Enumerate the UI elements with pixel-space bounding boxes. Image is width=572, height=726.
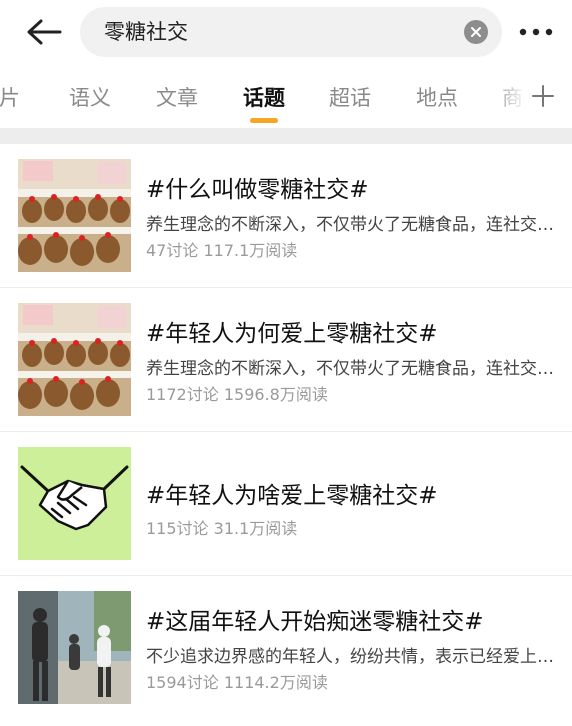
topic-thumbnail	[18, 447, 131, 560]
topic-stats: 47讨论 117.1万阅读	[146, 237, 297, 261]
topic-item[interactable]: #这届年轻人开始痴迷零糖社交# 不少追求边界感的年轻人，纷纷共情，表示已经爱上了…	[0, 576, 572, 720]
search-input[interactable]: 零糖社交	[80, 7, 502, 57]
topic-thumbnail	[18, 159, 131, 272]
plus-icon	[532, 85, 554, 107]
read-count: 1114.2万阅读	[223, 673, 328, 692]
tab-pictures[interactable]: 图片	[0, 66, 20, 126]
topic-item[interactable]: #年轻人为啥爱上零糖社交# 115讨论 31.1万阅读	[0, 432, 572, 576]
topic-title: #什么叫做零糖社交#	[146, 177, 369, 203]
discussion-count: 1594讨论	[146, 673, 219, 692]
handshake-icon	[18, 447, 131, 560]
read-count: 117.1万阅读	[203, 241, 298, 260]
topic-description: 不少追求边界感的年轻人，纷纷共情，表示已经爱上了零糖社交	[146, 647, 554, 667]
more-button[interactable]	[518, 18, 554, 46]
topic-description: 养生理念的不断深入，不仅带火了无糖食品，连社交也开始流行零糖了	[146, 215, 554, 235]
tab-topics[interactable]: 话题	[243, 66, 285, 126]
read-count: 1596.8万阅读	[223, 385, 328, 404]
topic-title: #年轻人为何爱上零糖社交#	[146, 321, 438, 347]
topic-item[interactable]: #年轻人为何爱上零糖社交# 养生理念的不断深入，不仅带火了无糖食品，连社交也开始…	[0, 288, 572, 432]
discussion-count: 115讨论	[146, 519, 209, 538]
topic-thumbnail	[18, 303, 131, 416]
category-tabs: 图片 语义 文章 话题 超话 地点 商	[0, 66, 572, 126]
tab-fade	[488, 66, 528, 126]
discussion-count: 47讨论	[146, 241, 199, 260]
topic-description: 养生理念的不断深入，不仅带火了无糖食品，连社交也开始流行零糖了	[146, 359, 554, 379]
topic-thumbnail	[18, 591, 131, 704]
section-divider	[0, 128, 572, 144]
people-walking-photo	[18, 591, 131, 704]
topic-title: #这届年轻人开始痴迷零糖社交#	[146, 609, 484, 635]
top-bar: 零糖社交	[0, 0, 572, 64]
topic-stats: 115讨论 31.1万阅读	[146, 515, 297, 539]
add-tab-button[interactable]	[528, 78, 558, 114]
more-dots-icon	[519, 28, 553, 36]
clear-search-button[interactable]	[464, 20, 488, 44]
back-arrow-icon	[27, 19, 62, 45]
plush-toys-photo	[18, 159, 131, 272]
tab-semantic[interactable]: 语义	[69, 66, 111, 126]
topic-item[interactable]: #什么叫做零糖社交# 养生理念的不断深入，不仅带火了无糖食品，连社交也开始流行零…	[0, 144, 572, 288]
tab-super-topics[interactable]: 超话	[329, 66, 371, 126]
search-query[interactable]: 零糖社交	[104, 7, 188, 57]
topic-list: #什么叫做零糖社交# 养生理念的不断深入，不仅带火了无糖食品，连社交也开始流行零…	[0, 144, 572, 720]
active-tab-indicator	[250, 118, 278, 123]
close-icon	[471, 27, 481, 37]
read-count: 31.1万阅读	[213, 519, 298, 538]
tab-articles[interactable]: 文章	[156, 66, 198, 126]
tab-places[interactable]: 地点	[416, 66, 458, 126]
back-button[interactable]	[22, 14, 66, 50]
discussion-count: 1172讨论	[146, 385, 219, 404]
topic-stats: 1172讨论 1596.8万阅读	[146, 381, 328, 405]
plush-toys-photo	[18, 303, 131, 416]
topic-title: #年轻人为啥爱上零糖社交#	[146, 483, 438, 509]
topic-stats: 1594讨论 1114.2万阅读	[146, 669, 328, 693]
